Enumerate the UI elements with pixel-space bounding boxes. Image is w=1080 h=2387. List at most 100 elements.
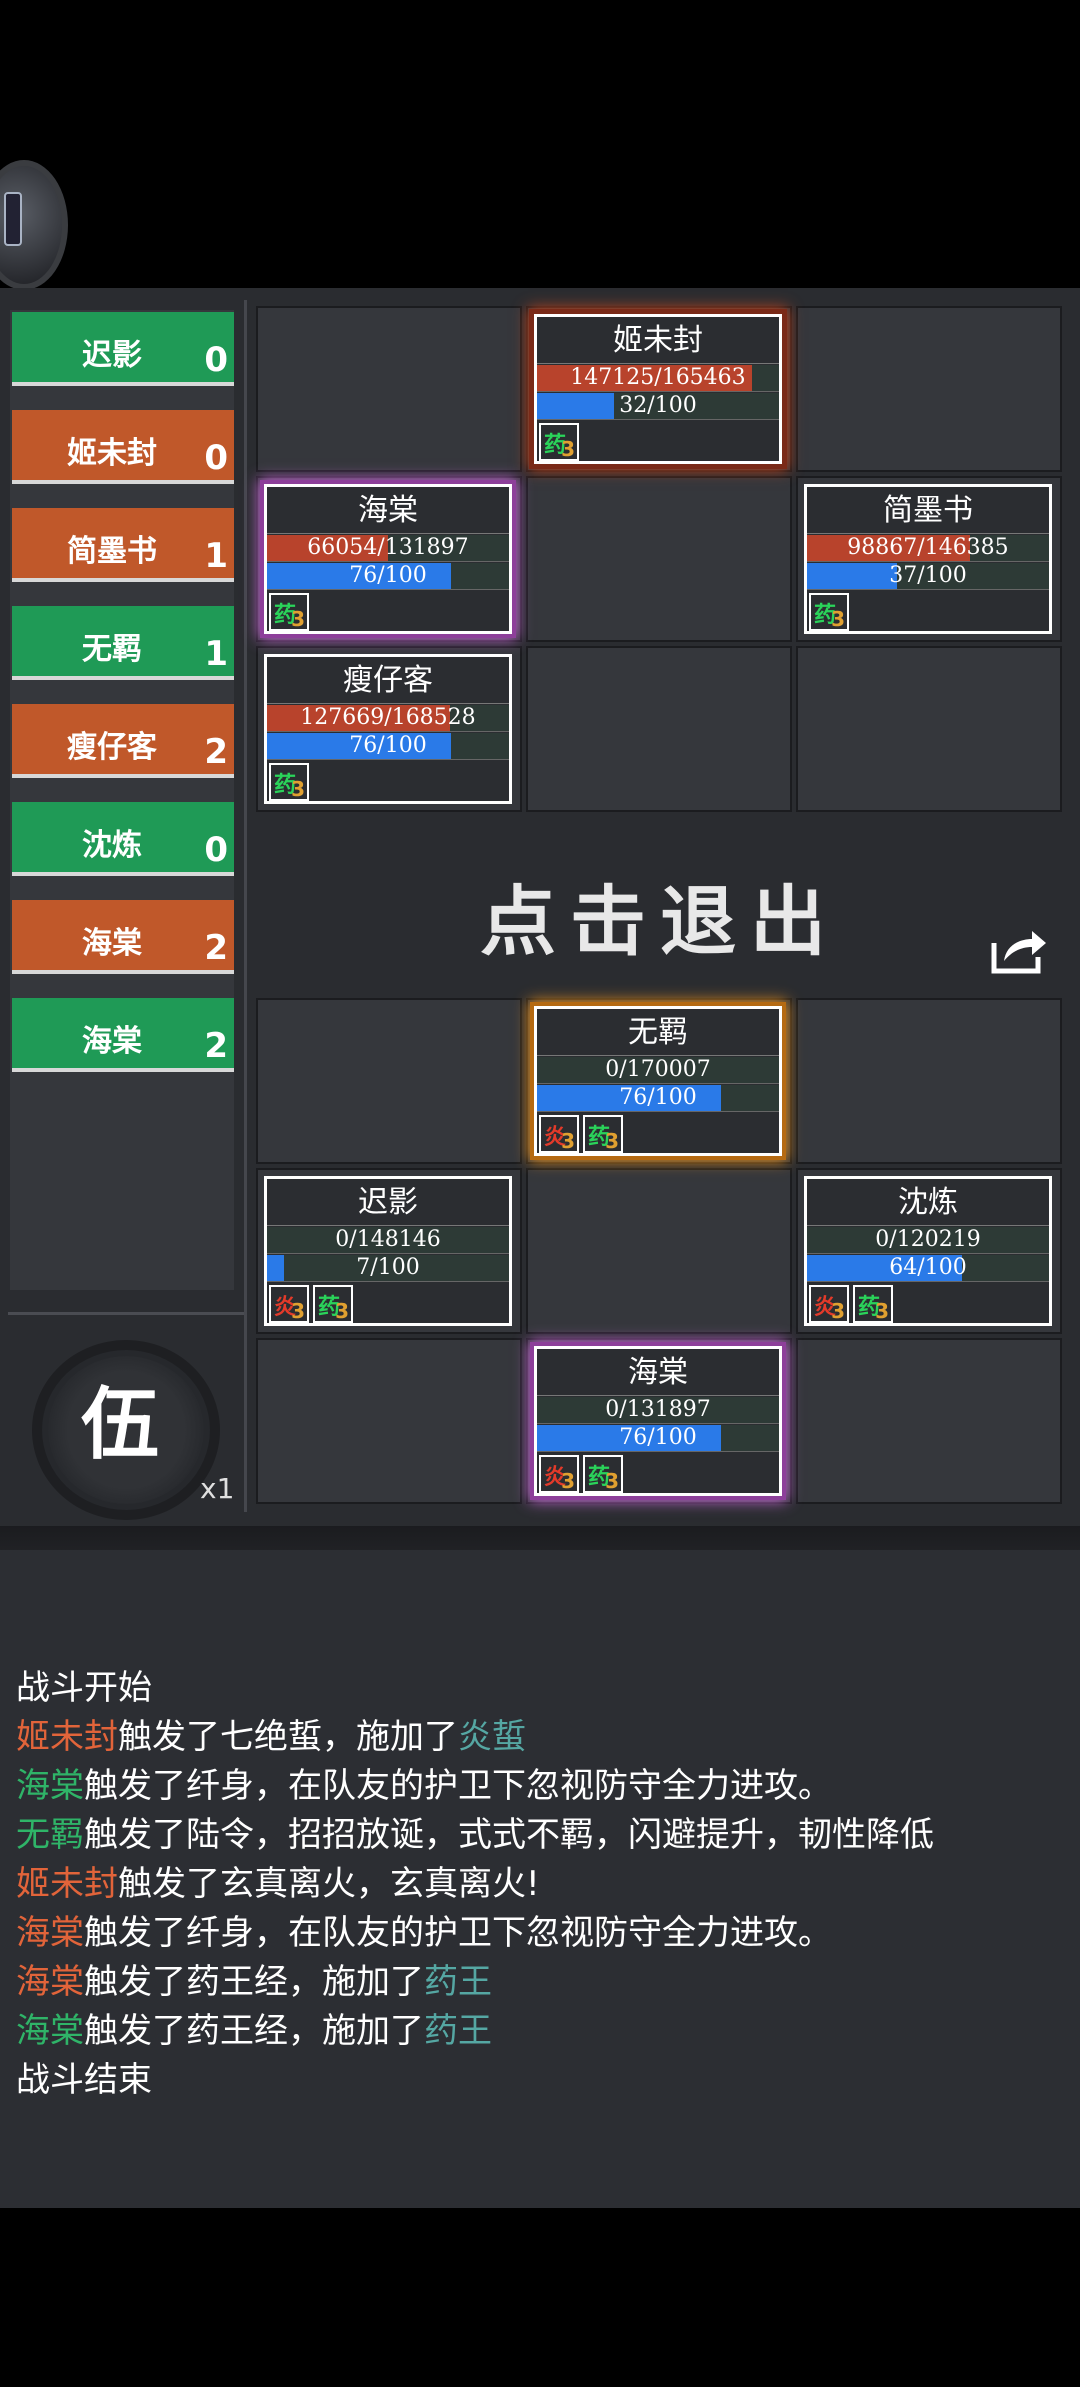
turn-order-count: 0	[204, 830, 228, 870]
buff-stack: 3	[605, 1469, 619, 1493]
exit-button[interactable]: 点击退出	[250, 860, 1070, 970]
hp-value: 147125/165463	[570, 365, 746, 390]
log-segment: 姬未封	[16, 1717, 118, 1757]
fire-buff-icon[interactable]: 炎3	[809, 1285, 849, 1323]
buff-list: 炎3药3	[539, 1115, 623, 1155]
log-segment: 海棠	[16, 1962, 84, 2002]
buff-stack: 3	[291, 1299, 305, 1323]
herb-buff-icon[interactable]: 药3	[583, 1115, 623, 1153]
log-line: 海棠触发了药王经，施加了药王	[16, 1954, 492, 2003]
buff-stack: 3	[561, 1469, 575, 1493]
log-segment: 药王	[424, 1962, 492, 2002]
turn-order-item[interactable]: 瘦仔客 2	[12, 704, 234, 778]
energy-value: 32/100	[619, 393, 697, 418]
sidebar-divider	[8, 1312, 244, 1315]
turn-order-item[interactable]: 简墨书 1	[12, 508, 234, 582]
hp-value: 0/120219	[875, 1227, 981, 1252]
grid-cell	[256, 1338, 522, 1504]
buff-stack: 3	[335, 1299, 349, 1323]
log-segment: 药王	[424, 2011, 492, 2051]
speed-toggle[interactable]: x1	[200, 1472, 234, 1505]
herb-buff-icon[interactable]: 药3	[269, 593, 309, 631]
enemy-unit-card[interactable]: 简墨书 98867/146385 37/100 药 3	[804, 484, 1052, 634]
unit-name: 迟影	[267, 1181, 509, 1226]
energy-bar: 76/100	[537, 1085, 779, 1112]
turn-order-name: 姬未封	[67, 436, 157, 471]
herb-buff-icon[interactable]: 药3	[313, 1285, 353, 1323]
buff-stack: 3	[291, 777, 305, 801]
energy-bar: 64/100	[807, 1255, 1049, 1282]
fire-buff-icon[interactable]: 炎3	[269, 1285, 309, 1323]
energy-bar: 32/100	[537, 393, 779, 420]
ally-unit-card[interactable]: 沈炼 0/120219 64/100 炎 3 药 3	[804, 1176, 1052, 1326]
player-avatar[interactable]	[0, 160, 68, 290]
turn-order-count: 1	[204, 536, 228, 576]
log-segment: 触发了七绝蜇，施加了	[118, 1717, 458, 1757]
energy-bar: 76/100	[267, 563, 509, 590]
turn-order-count: 2	[204, 1026, 228, 1066]
turn-order-name: 海棠	[82, 926, 142, 961]
turn-order-count: 0	[204, 340, 228, 380]
turn-order-name: 海棠	[82, 1024, 142, 1059]
turn-order-item[interactable]: 海棠 2	[12, 900, 234, 974]
unit-name: 沈炼	[807, 1181, 1049, 1226]
enemy-unit-card[interactable]: 姬未封 147125/165463 32/100 药 3	[534, 314, 782, 464]
enemy-unit-card[interactable]: 海棠 66054/131897 76/100 药 3	[264, 484, 512, 634]
buff-list: 药3	[539, 423, 579, 463]
hp-bar: 0/148146	[267, 1227, 509, 1254]
turn-order-item[interactable]: 姬未封 0	[12, 410, 234, 484]
hp-value: 98867/146385	[847, 535, 1009, 560]
turn-order-item[interactable]: 海棠 2	[12, 998, 234, 1072]
log-segment: 海棠	[16, 1766, 84, 1806]
buff-stack: 3	[831, 607, 845, 631]
energy-bar: 76/100	[537, 1425, 779, 1452]
log-segment: 触发了纤身，在队友的护卫下忽视防守全力进攻。	[84, 1766, 832, 1806]
fire-buff-icon[interactable]: 炎3	[539, 1455, 579, 1493]
ally-unit-card[interactable]: 无羁 0/170007 76/100 炎 3 药 3	[534, 1006, 782, 1156]
hp-bar: 66054/131897	[267, 535, 509, 562]
share-icon[interactable]	[990, 925, 1050, 975]
log-line: 姬未封触发了七绝蜇，施加了炎蜇	[16, 1709, 526, 1758]
grid-cell	[256, 998, 522, 1164]
unit-name: 简墨书	[807, 489, 1049, 534]
herb-buff-icon[interactable]: 药3	[853, 1285, 893, 1323]
log-line: 海棠触发了纤身，在队友的护卫下忽视防守全力进攻。	[16, 1758, 832, 1807]
turn-order-name: 迟影	[82, 338, 142, 373]
log-segment: 触发了药王经，施加了	[84, 2011, 424, 2051]
grid-cell	[526, 476, 792, 642]
herb-buff-icon[interactable]: 药3	[269, 763, 309, 801]
log-segment: 姬未封	[16, 1864, 118, 1904]
hp-value: 0/131897	[605, 1397, 711, 1422]
enemy-unit-card[interactable]: 瘦仔客 127669/168528 76/100 药 3	[264, 654, 512, 804]
hp-bar: 147125/165463	[537, 365, 779, 392]
battle-log[interactable]: 战斗开始 姬未封触发了七绝蜇，施加了炎蜇 海棠触发了纤身，在队友的护卫下忽视防守全力…	[0, 1550, 1080, 2208]
energy-value: 76/100	[349, 563, 427, 588]
grid-cell	[796, 1338, 1062, 1504]
turn-order-item[interactable]: 迟影 0	[12, 312, 234, 386]
log-line: 无羁触发了陆令，招招放诞，式式不羁，闪避提升，韧性降低	[16, 1807, 934, 1856]
log-line: 海棠触发了纤身，在队友的护卫下忽视防守全力进攻。	[16, 1905, 832, 1954]
turn-order-item[interactable]: 无羁 1	[12, 606, 234, 680]
log-segment: 触发了纤身，在队友的护卫下忽视防守全力进攻。	[84, 1913, 832, 1953]
hp-value: 0/170007	[605, 1057, 711, 1082]
turn-order-count: 1	[204, 634, 228, 674]
energy-value: 64/100	[889, 1255, 967, 1280]
fire-buff-icon[interactable]: 炎3	[539, 1115, 579, 1153]
energy-bar: 37/100	[807, 563, 1049, 590]
herb-buff-icon[interactable]: 药3	[583, 1455, 623, 1493]
ally-unit-card[interactable]: 海棠 0/131897 76/100 炎 3 药 3	[534, 1346, 782, 1496]
turn-order-name: 沈炼	[82, 828, 142, 863]
log-segment: 触发了药王经，施加了	[84, 1962, 424, 2002]
unit-name: 瘦仔客	[267, 659, 509, 704]
hp-bar: 98867/146385	[807, 535, 1049, 562]
log-segment: 海棠	[16, 1913, 84, 1953]
herb-buff-icon[interactable]: 药3	[809, 593, 849, 631]
log-line: 姬未封触发了玄真离火，玄真离火!	[16, 1856, 540, 1905]
ally-unit-card[interactable]: 迟影 0/148146 7/100 炎 3 药 3	[264, 1176, 512, 1326]
energy-bar: 7/100	[267, 1255, 509, 1282]
energy-value: 76/100	[619, 1425, 697, 1450]
log-segment: 炎蜇	[458, 1717, 526, 1757]
turn-order-name: 无羁	[82, 632, 142, 667]
turn-order-item[interactable]: 沈炼 0	[12, 802, 234, 876]
herb-buff-icon[interactable]: 药3	[539, 423, 579, 461]
